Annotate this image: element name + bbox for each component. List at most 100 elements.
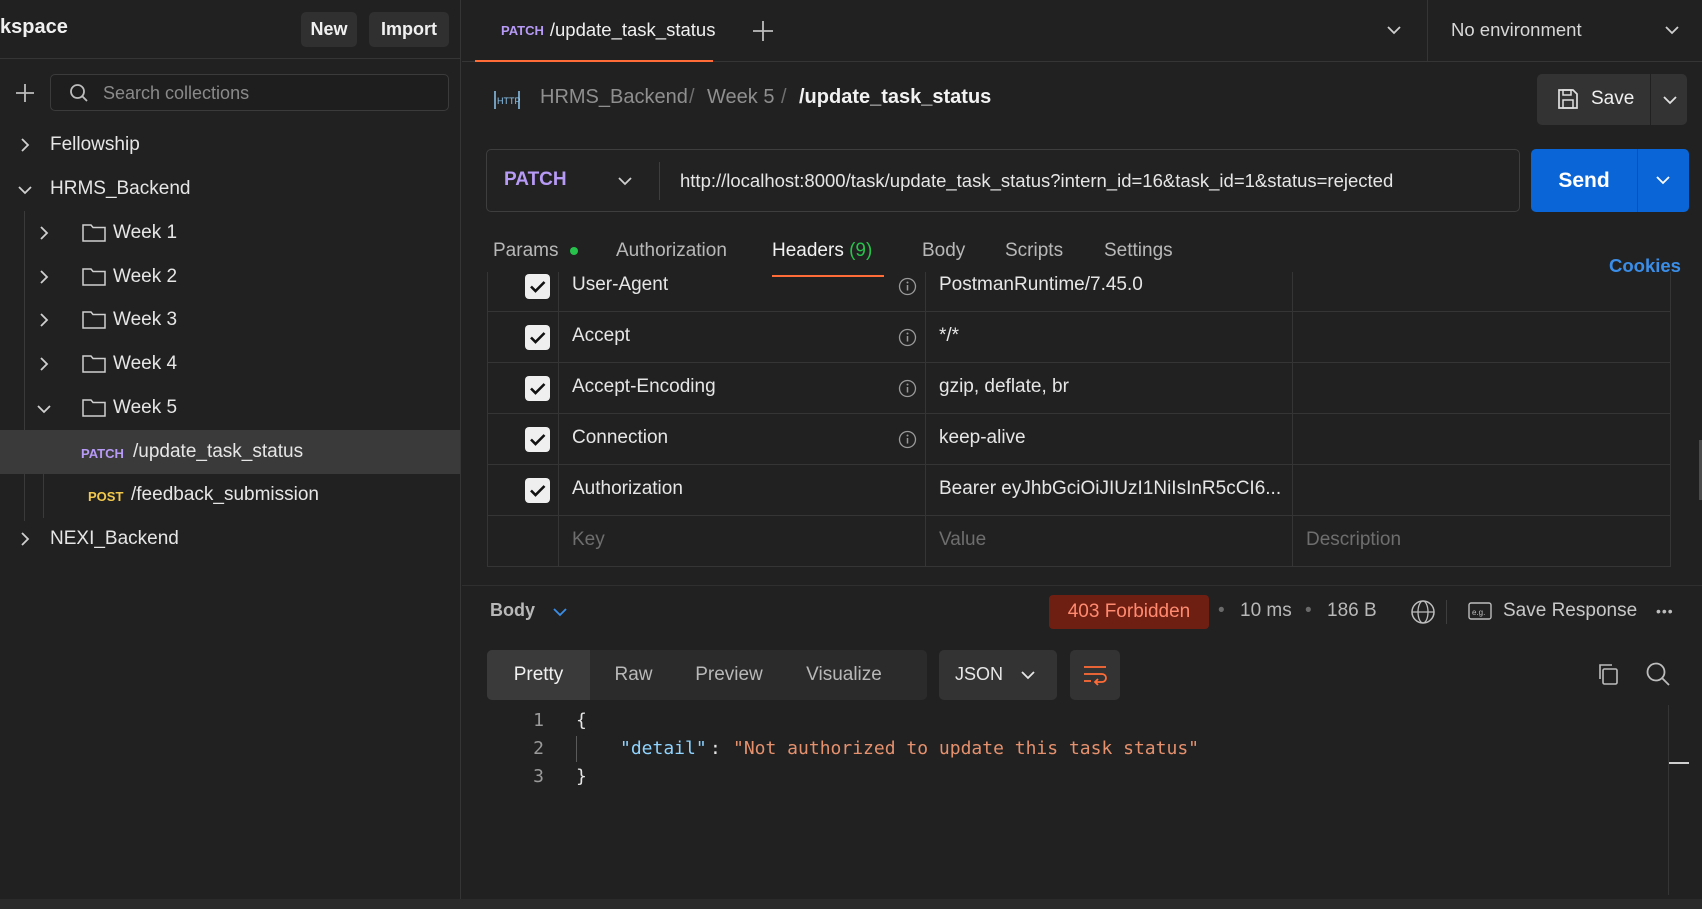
tree-label: /update_task_status: [133, 441, 304, 462]
tabs-dropdown-chevron-icon[interactable]: [1386, 24, 1402, 36]
divider: [1446, 600, 1447, 624]
view-raw[interactable]: Raw: [590, 650, 677, 700]
wrap-lines-icon: [1084, 666, 1107, 686]
header-value[interactable]: gzip, deflate, br: [939, 376, 1069, 398]
key-placeholder[interactable]: Key: [572, 529, 605, 551]
request-url-bar: PATCH: [486, 149, 1520, 212]
wrap-lines-button[interactable]: [1070, 650, 1120, 700]
globe-icon[interactable]: [1410, 599, 1436, 625]
header-value[interactable]: Bearer eyJhbGciOiJIUzI1NiIsInR5cCI6...: [939, 478, 1281, 500]
sidebar-header: kspace New Import: [0, 0, 461, 59]
info-icon[interactable]: [898, 328, 917, 347]
tab-method: PATCH: [501, 22, 544, 38]
more-options-icon[interactable]: •••: [1656, 603, 1674, 619]
tab-scripts[interactable]: Scripts: [1005, 240, 1063, 262]
tree-label: Week 2: [113, 266, 178, 287]
send-options-button[interactable]: [1638, 149, 1689, 212]
tree-item-nexi-backend[interactable]: NEXI_Backend: [0, 517, 460, 561]
chevron-down-icon: [1663, 96, 1677, 105]
tree-item-feedback-submission[interactable]: POST /feedback_submission: [0, 473, 460, 517]
tree-label: HRMS_Backend: [50, 178, 191, 199]
view-visualize[interactable]: Visualize: [781, 650, 907, 700]
tab-authorization[interactable]: Authorization: [616, 240, 727, 262]
svg-text:HTTP: HTTP: [497, 96, 521, 106]
search-icon[interactable]: [1645, 661, 1671, 687]
copy-icon[interactable]: [1596, 662, 1620, 686]
chevron-down-icon: [1021, 671, 1035, 680]
save-label: Save: [1591, 88, 1635, 109]
info-icon[interactable]: [898, 430, 917, 449]
tree-item-week-2[interactable]: Week 2: [0, 255, 460, 299]
row-checkbox[interactable]: [525, 325, 550, 350]
chevron-down-icon[interactable]: [552, 606, 568, 618]
value-placeholder[interactable]: Value: [939, 529, 986, 551]
tab-headers[interactable]: Headers (9): [772, 240, 872, 262]
send-button[interactable]: Send: [1531, 149, 1637, 212]
response-section-label: Body: [490, 600, 535, 620]
environment-selector[interactable]: No environment: [1427, 0, 1702, 62]
view-pretty[interactable]: Pretty: [487, 650, 590, 700]
send-label: Send: [1558, 168, 1610, 192]
row-checkbox[interactable]: [525, 478, 550, 503]
search-input[interactable]: [103, 81, 433, 105]
table-row-new: Key Value Description: [488, 516, 1671, 567]
params-active-dot: [569, 246, 578, 255]
chevron-right-icon: [40, 313, 49, 327]
save-button-group: Save: [1537, 74, 1687, 125]
save-button[interactable]: Save: [1537, 74, 1650, 125]
info-icon[interactable]: [898, 277, 917, 296]
breadcrumb-collection[interactable]: HRMS_Backend: [540, 86, 688, 109]
tab-body[interactable]: Body: [922, 240, 965, 262]
line-number: 1: [533, 710, 544, 731]
tree-item-hrms-backend[interactable]: HRMS_Backend: [0, 167, 460, 211]
divider: [659, 162, 660, 200]
chevron-right-icon: [40, 226, 49, 240]
response-size[interactable]: 186 B: [1327, 600, 1377, 622]
save-options-button[interactable]: [1651, 74, 1687, 125]
description-placeholder[interactable]: Description: [1306, 529, 1401, 551]
status-badge[interactable]: 403 Forbidden: [1049, 595, 1209, 629]
chevron-right-icon: [40, 357, 49, 371]
row-checkbox[interactable]: [525, 376, 550, 401]
url-input[interactable]: [680, 168, 1510, 194]
tab-title: /update_task_status: [549, 19, 716, 40]
tree-item-week-3[interactable]: Week 3: [0, 298, 460, 342]
workspace-title[interactable]: kspace: [0, 16, 68, 39]
save-disk-icon: [1558, 89, 1578, 109]
header-key[interactable]: Authorization: [572, 478, 683, 500]
table-row: User-Agent PostmanRuntime/7.45.0: [488, 272, 1671, 312]
plus-icon[interactable]: [15, 83, 35, 103]
search-collections[interactable]: [50, 74, 449, 111]
header-key[interactable]: User-Agent: [572, 274, 668, 296]
row-checkbox[interactable]: [525, 427, 550, 452]
method-selector[interactable]: PATCH: [487, 150, 659, 211]
header-key[interactable]: Accept-Encoding: [572, 376, 716, 398]
header-value[interactable]: PostmanRuntime/7.45.0: [939, 274, 1143, 296]
example-icon: e.g.: [1468, 602, 1492, 620]
info-icon[interactable]: [898, 379, 917, 398]
header-key[interactable]: Connection: [572, 427, 668, 449]
view-preview[interactable]: Preview: [677, 650, 781, 700]
header-value[interactable]: */*: [939, 325, 959, 347]
tree-item-update-task-status[interactable]: PATCH /update_task_status: [0, 430, 460, 474]
tree-item-week-5[interactable]: Week 5: [0, 386, 460, 430]
line-number: 3: [533, 766, 544, 787]
header-key[interactable]: Accept: [572, 325, 630, 347]
tree-item-week-4[interactable]: Week 4: [0, 342, 460, 386]
response-time[interactable]: 10 ms: [1240, 600, 1292, 622]
tree-item-fellowship[interactable]: Fellowship: [0, 123, 460, 167]
tab-settings[interactable]: Settings: [1104, 240, 1173, 262]
new-tab-plus-icon[interactable]: [752, 20, 774, 42]
tab-update-task-status[interactable]: PATCH /update_task_status: [475, 0, 716, 62]
new-button[interactable]: New: [301, 12, 357, 47]
import-button[interactable]: Import: [369, 12, 449, 47]
breadcrumb-folder[interactable]: Week 5: [707, 86, 774, 109]
sidebar: kspace New Import Fellowship HRMS_Backen…: [0, 0, 461, 909]
response-body-dropdown[interactable]: Body: [490, 600, 535, 621]
row-checkbox[interactable]: [525, 274, 550, 299]
tree-item-week-1[interactable]: Week 1: [0, 211, 460, 255]
tab-params[interactable]: Params: [493, 240, 578, 262]
code-scrollbar[interactable]: [1668, 705, 1689, 895]
format-select[interactable]: JSON: [939, 650, 1057, 700]
header-value[interactable]: keep-alive: [939, 427, 1026, 449]
